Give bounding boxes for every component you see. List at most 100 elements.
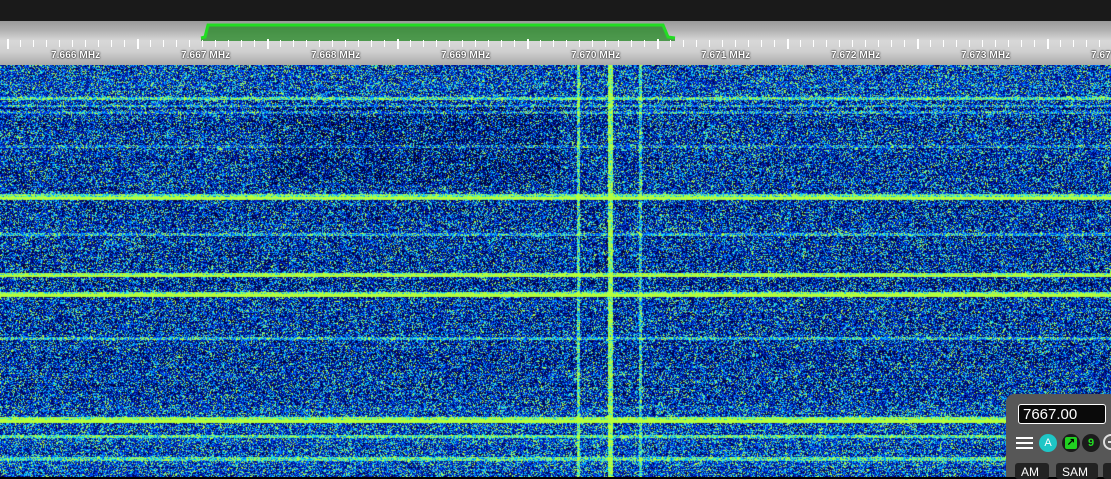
freq-label-7667: 7.667 MHz	[181, 50, 231, 61]
tick-mark	[813, 40, 814, 47]
tick-mark	[462, 40, 463, 47]
tick-mark	[631, 40, 632, 47]
tick-mark	[709, 40, 710, 47]
arrow-glyph: ↗	[1065, 437, 1077, 449]
tick-mark	[865, 40, 866, 47]
zoom-out-icon[interactable]	[1103, 434, 1111, 450]
tick-mark	[514, 40, 515, 47]
count-badge[interactable]: 9	[1082, 434, 1100, 452]
tick-mark	[306, 40, 307, 47]
tick-mark	[436, 40, 437, 47]
control-panel: A ↗ 9 AM SAM	[1006, 394, 1111, 479]
agc-icon[interactable]: A	[1039, 434, 1057, 452]
tick-mark	[540, 40, 541, 47]
tick-mark	[345, 40, 346, 47]
tick-mark	[293, 40, 294, 47]
tick-mark	[98, 40, 99, 47]
tick-mark	[774, 40, 775, 47]
tick-mark	[878, 40, 879, 47]
freq-label-7671: 7.671 MHz	[701, 50, 751, 61]
tick-mark	[995, 40, 996, 47]
frequency-input[interactable]	[1018, 404, 1106, 424]
tick-mark	[111, 40, 112, 47]
tick-mark	[1034, 40, 1035, 47]
tick-mark	[358, 40, 359, 47]
tick-mark	[124, 40, 125, 47]
tick-mark	[150, 40, 151, 47]
tick-mark	[228, 40, 229, 47]
freq-label-7670: 7.670 MHz	[571, 50, 621, 61]
freq-label-7674-partial: 7.67	[1091, 50, 1111, 61]
tick-mark	[319, 40, 320, 47]
tick-mark	[657, 39, 659, 49]
tick-mark	[20, 40, 21, 47]
tick-mark	[254, 40, 255, 47]
tick-mark	[488, 40, 489, 47]
tick-mark	[384, 40, 385, 47]
tick-mark	[410, 40, 411, 47]
tick-mark	[449, 40, 450, 47]
tick-mark	[891, 40, 892, 47]
tick-mark	[46, 40, 47, 47]
tick-mark	[7, 39, 9, 49]
waterfall-display[interactable]	[0, 65, 1111, 477]
tick-mark	[137, 39, 139, 49]
tick-mark	[72, 40, 73, 47]
top-bar	[0, 0, 1111, 21]
tick-mark	[1099, 40, 1100, 47]
tick-mark	[241, 40, 242, 47]
freq-label-7668: 7.668 MHz	[311, 50, 361, 61]
tick-mark	[683, 40, 684, 47]
freq-label-7666: 7.666 MHz	[51, 50, 101, 61]
tick-mark	[904, 40, 905, 47]
frequency-ticks	[0, 39, 1111, 51]
tick-mark	[930, 40, 931, 47]
tick-mark	[215, 40, 216, 47]
tick-mark	[982, 40, 983, 47]
tick-mark	[943, 40, 944, 47]
tick-mark	[371, 40, 372, 47]
tick-mark	[332, 40, 333, 47]
tick-mark	[670, 40, 671, 47]
freq-label-7672: 7.672 MHz	[831, 50, 881, 61]
tick-mark	[189, 40, 190, 47]
tick-mark	[1086, 40, 1087, 47]
tick-mark	[1060, 40, 1061, 47]
tick-mark	[735, 40, 736, 47]
tick-mark	[85, 40, 86, 47]
frequency-scale[interactable]: 7.666 MHz 7.667 MHz 7.668 MHz 7.669 MHz …	[0, 21, 1111, 65]
tick-mark	[1021, 40, 1022, 47]
tick-mark	[761, 40, 762, 47]
menu-icon[interactable]	[1016, 434, 1033, 451]
freq-label-7669: 7.669 MHz	[441, 50, 491, 61]
tick-mark	[202, 40, 203, 47]
tick-mark	[33, 40, 34, 47]
tick-mark	[163, 40, 164, 47]
tick-mark	[579, 40, 580, 47]
tick-mark	[722, 40, 723, 47]
tick-mark	[696, 40, 697, 47]
tick-mark	[592, 40, 593, 47]
tick-mark	[826, 40, 827, 47]
tick-mark	[644, 40, 645, 47]
tick-mark	[1073, 40, 1074, 47]
arrow-icon[interactable]: ↗	[1062, 434, 1080, 452]
tick-mark	[59, 40, 60, 47]
tick-mark	[852, 40, 853, 47]
tick-mark	[1008, 40, 1009, 47]
tick-mark	[553, 40, 554, 47]
tick-mark	[956, 40, 957, 47]
tick-mark	[618, 40, 619, 47]
tick-mark	[917, 39, 919, 49]
passband-indicator[interactable]	[0, 21, 1111, 41]
freq-label-7673: 7.673 MHz	[961, 50, 1011, 61]
tick-mark	[787, 39, 789, 49]
tick-mark	[397, 39, 399, 49]
tick-mark	[475, 40, 476, 47]
tick-mark	[566, 40, 567, 47]
tick-mark	[605, 40, 606, 47]
tick-mark	[969, 40, 970, 47]
tick-mark	[501, 40, 502, 47]
tick-mark	[423, 40, 424, 47]
tick-mark	[176, 40, 177, 47]
